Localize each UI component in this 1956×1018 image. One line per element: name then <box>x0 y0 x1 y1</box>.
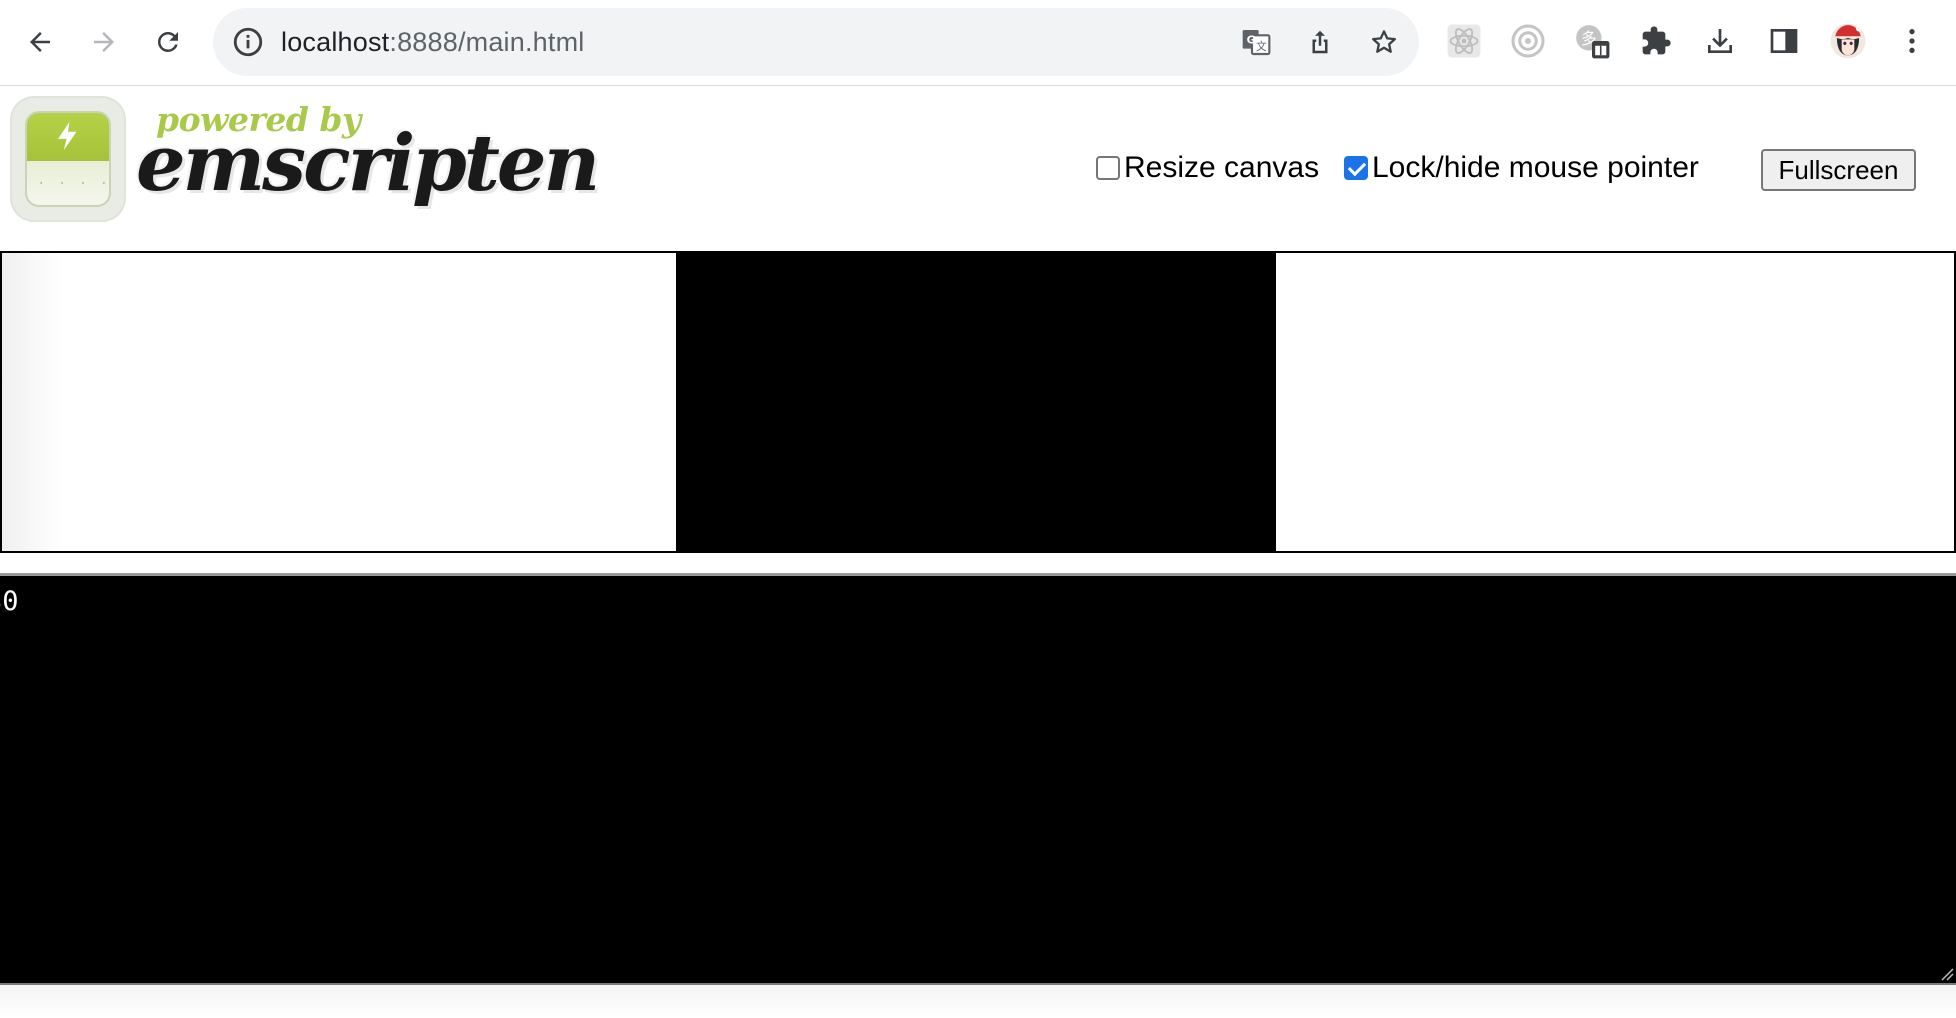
chrome-menu-button[interactable] <box>1892 21 1932 61</box>
profile-button[interactable] <box>1828 21 1868 61</box>
url-path: :8888/main.html <box>389 27 585 57</box>
logo-screen <box>25 111 111 207</box>
reload-button[interactable] <box>144 18 192 66</box>
download-icon <box>1708 29 1732 53</box>
forward-arrow-icon <box>94 32 114 52</box>
downloads-button[interactable] <box>1700 21 1740 61</box>
reload-icon <box>157 31 178 52</box>
page-bottom <box>0 985 1956 1018</box>
side-panel-icon <box>1770 29 1798 53</box>
site-info-button[interactable] <box>231 25 265 59</box>
avatar <box>1830 23 1866 59</box>
star-icon <box>1372 30 1396 53</box>
resize-canvas-control[interactable]: Resize canvas <box>1096 148 1319 188</box>
info-icon <box>233 27 263 57</box>
resize-canvas-checkbox[interactable] <box>1096 156 1120 180</box>
emscripten-logo-icon: · · · · <box>12 98 124 220</box>
kebab-menu-icon <box>1909 29 1915 53</box>
resize-canvas-label: Resize canvas <box>1124 151 1320 184</box>
extension-target-icon <box>1511 24 1545 58</box>
emscripten-canvas[interactable] <box>676 251 1276 553</box>
forward-button[interactable] <box>80 18 128 66</box>
svg-text:文: 文 <box>1256 40 1267 53</box>
url-host: localhost <box>281 27 390 57</box>
resize-grip-icon[interactable] <box>1940 967 1954 981</box>
lock-pointer-checkbox[interactable] <box>1344 156 1368 180</box>
output-line: 30 <box>0 586 19 617</box>
extensions-button[interactable] <box>1636 21 1676 61</box>
fullscreen-button[interactable]: Fullscreen <box>1761 149 1916 191</box>
extension-translate-icon: 多 <box>1576 25 1610 59</box>
puzzle-icon <box>1642 26 1671 55</box>
react-devtools-button[interactable] <box>1444 21 1484 61</box>
canvas-left-shade <box>2 253 62 551</box>
lock-pointer-control[interactable]: Lock/hide mouse pointer <box>1344 148 1699 188</box>
translate-icon: G 文 <box>1242 30 1271 56</box>
logo-dots: · · · · <box>37 176 111 192</box>
svg-text:G: G <box>1247 33 1256 46</box>
side-panel-button[interactable] <box>1764 21 1804 61</box>
translate-button[interactable]: G 文 <box>1239 25 1273 59</box>
extension-target-button[interactable] <box>1508 21 1548 61</box>
lightning-icon <box>58 121 77 151</box>
share-button[interactable] <box>1303 25 1337 59</box>
back-button[interactable] <box>16 18 64 66</box>
lock-pointer-label: Lock/hide mouse pointer <box>1372 151 1699 184</box>
back-arrow-icon <box>30 32 50 52</box>
share-icon <box>1312 30 1328 54</box>
extension-translate-button[interactable]: 多 <box>1572 21 1612 61</box>
output-console[interactable]: 30 <box>0 573 1956 985</box>
url-text[interactable]: localhost:8888/main.html <box>281 8 584 76</box>
browser-toolbar: localhost:8888/main.html G 文 多 <box>0 0 1956 86</box>
address-bar[interactable]: localhost:8888/main.html G 文 <box>213 8 1419 76</box>
logo-wordmark: emscripten <box>136 118 600 209</box>
react-devtools-icon <box>1447 24 1481 58</box>
bookmark-button[interactable] <box>1367 25 1401 59</box>
